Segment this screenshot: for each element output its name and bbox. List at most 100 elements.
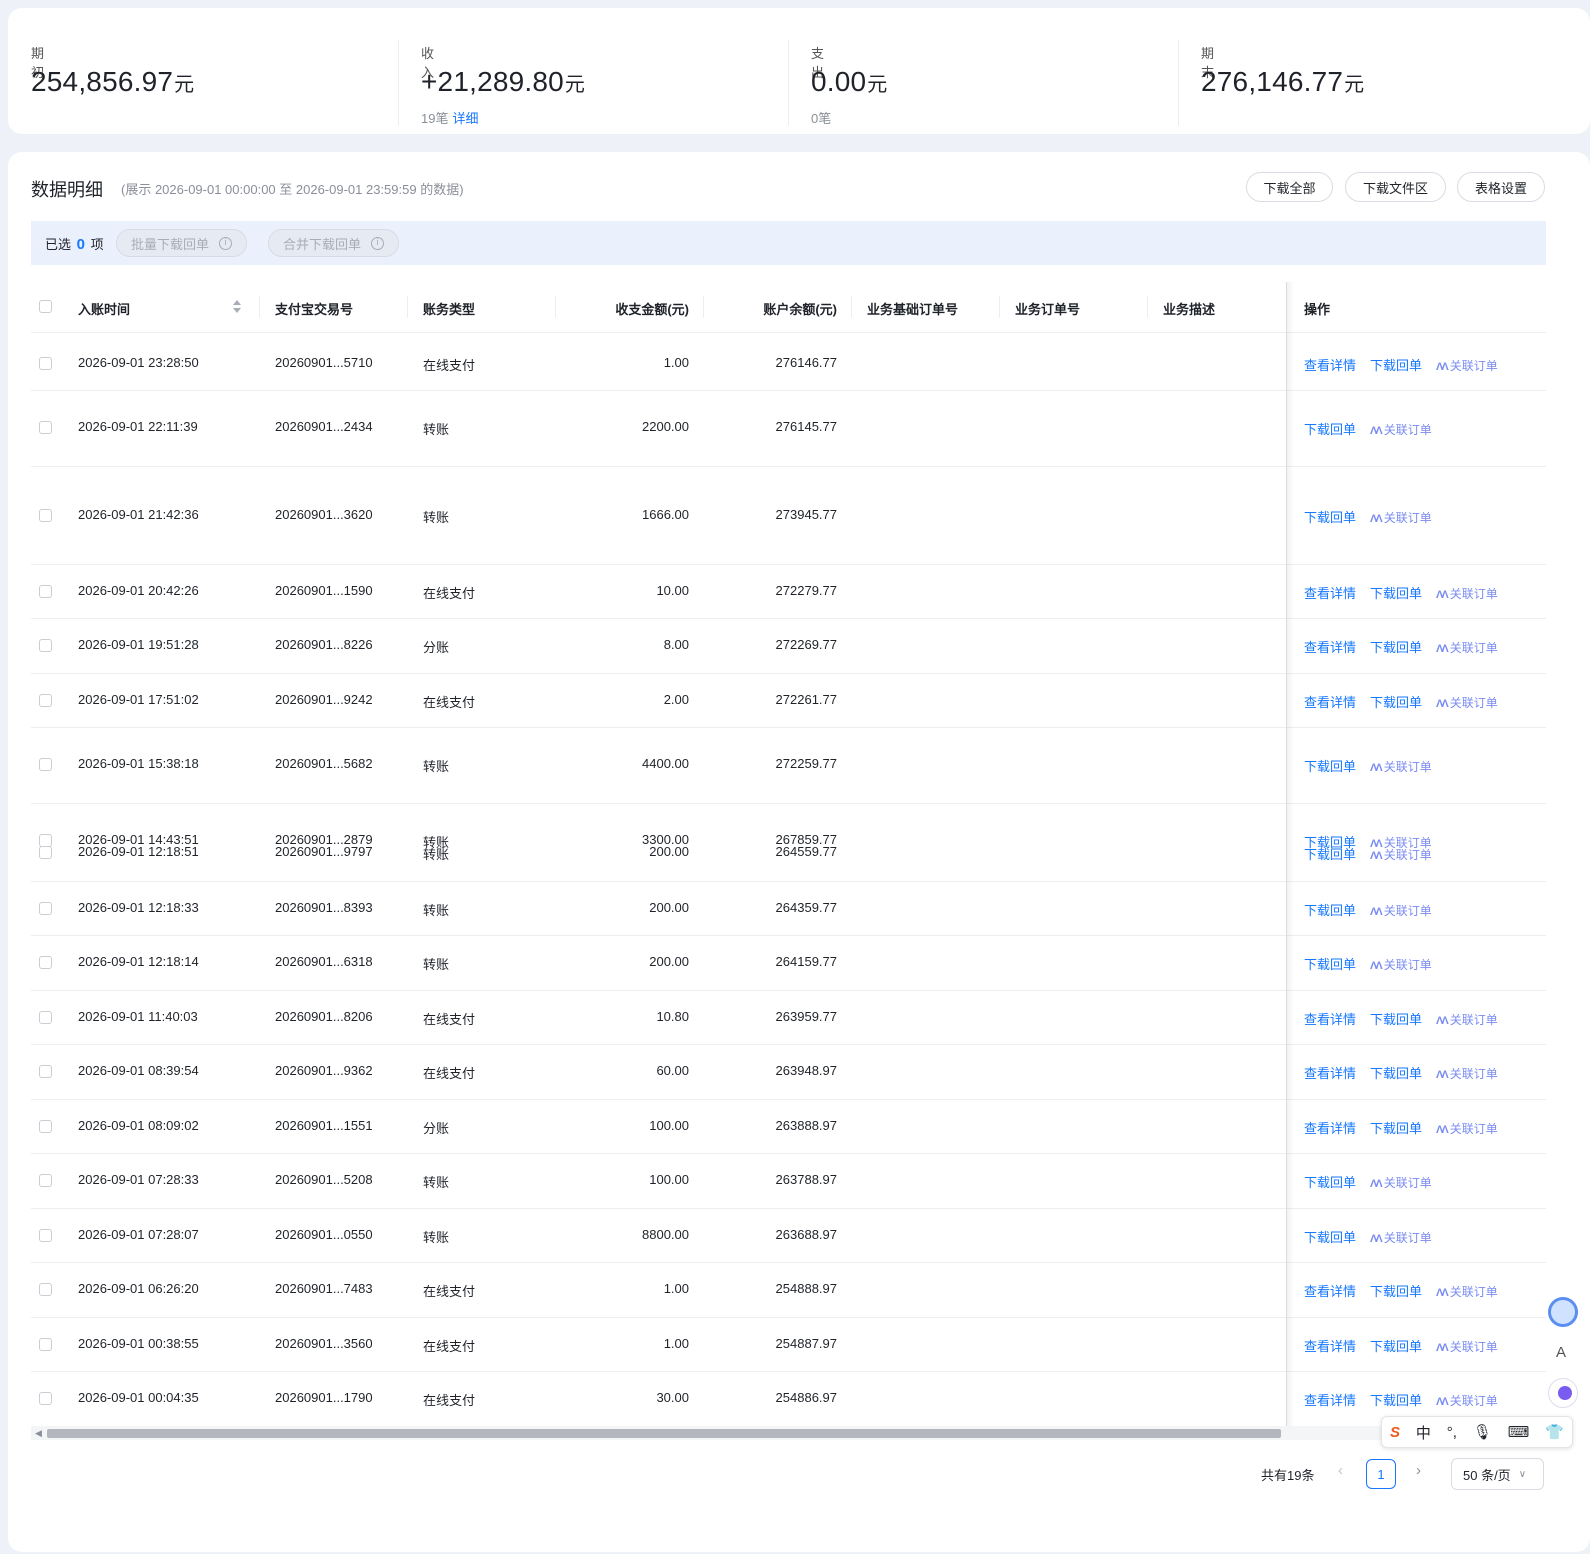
download-receipt-link[interactable]: 下载回单: [1370, 1012, 1422, 1027]
sort-icon[interactable]: [233, 298, 243, 316]
row-checkbox[interactable]: [39, 1011, 52, 1024]
relate-order-link[interactable]: ΛΛ 关联订单: [1436, 1013, 1498, 1027]
view-detail-link[interactable]: 查看详情: [1304, 695, 1356, 710]
download-receipt-link[interactable]: 下载回单: [1304, 759, 1356, 774]
income-detail-link[interactable]: 详细: [452, 111, 478, 126]
download-receipt-link[interactable]: 下载回单: [1304, 903, 1356, 918]
relate-order-link[interactable]: ΛΛ 关联订单: [1436, 359, 1498, 373]
view-detail-link[interactable]: 查看详情: [1304, 1121, 1356, 1136]
relate-order-link[interactable]: ΛΛ 关联订单: [1370, 423, 1432, 437]
horizontal-scrollbar[interactable]: ◀: [31, 1426, 1546, 1440]
view-detail-link[interactable]: 查看详情: [1304, 586, 1356, 601]
download-receipt-link[interactable]: 下载回单: [1370, 1339, 1422, 1354]
download-receipt-link[interactable]: 下载回单: [1370, 1121, 1422, 1136]
relate-order-link[interactable]: ΛΛ 关联订单: [1436, 1285, 1498, 1299]
ime-shirt-icon[interactable]: 👕: [1545, 1423, 1564, 1441]
row-checkbox[interactable]: [39, 421, 52, 434]
select-all-checkbox[interactable]: [39, 300, 52, 313]
ime-mic-icon[interactable]: 🎙: [1473, 1423, 1492, 1441]
view-detail-link[interactable]: 查看详情: [1304, 1339, 1356, 1354]
download-all-button[interactable]: 下载全部: [1246, 172, 1333, 202]
relate-order-link[interactable]: ΛΛ 关联订单: [1370, 904, 1432, 918]
download-receipt-link[interactable]: 下载回单: [1304, 1230, 1356, 1245]
relate-order-link[interactable]: ΛΛ 关联订单: [1370, 848, 1432, 862]
row-checkbox[interactable]: [39, 1065, 52, 1078]
ime-keyboard-icon[interactable]: ⌨: [1508, 1423, 1530, 1441]
relate-order-link[interactable]: ΛΛ 关联订单: [1370, 760, 1432, 774]
download-receipt-link[interactable]: 下载回单: [1370, 1066, 1422, 1081]
relate-order-link[interactable]: ΛΛ 关联订单: [1436, 696, 1498, 710]
ime-lang[interactable]: 中: [1416, 1422, 1431, 1443]
batch-download-button[interactable]: 批量下载回单 i: [116, 229, 248, 257]
download-receipt-link[interactable]: 下载回单: [1304, 422, 1356, 437]
row-checkbox[interactable]: [39, 694, 52, 707]
scrollbar-thumb[interactable]: [47, 1429, 1281, 1438]
download-receipt-link[interactable]: 下载回单: [1370, 586, 1422, 601]
page-size-select[interactable]: 50 条/页 ∨: [1451, 1458, 1544, 1490]
download-receipt-link[interactable]: 下载回单: [1304, 957, 1356, 972]
side-app-icon[interactable]: [1548, 1378, 1578, 1408]
side-letter[interactable]: A: [1556, 1344, 1566, 1361]
download-receipt-link[interactable]: 下载回单: [1370, 1284, 1422, 1299]
ime-logo-icon[interactable]: S: [1390, 1424, 1400, 1441]
view-detail-link[interactable]: 查看详情: [1304, 640, 1356, 655]
col-base-order: 业务基础订单号: [867, 302, 959, 317]
row-checkbox[interactable]: [39, 1338, 52, 1351]
row-checkbox[interactable]: [39, 1283, 52, 1296]
col-time[interactable]: 入账时间: [78, 299, 130, 318]
relate-order-link[interactable]: ΛΛ 关联订单: [1436, 1067, 1498, 1081]
download-receipt-link[interactable]: 下载回单: [1304, 1175, 1356, 1190]
cell-type: 在线支付: [423, 1284, 476, 1299]
table-settings-button[interactable]: 表格设置: [1457, 172, 1545, 202]
relate-order-link[interactable]: ΛΛ 关联订单: [1370, 1176, 1432, 1190]
merge-download-button[interactable]: 合并下载回单 i: [268, 229, 400, 257]
view-detail-link[interactable]: 查看详情: [1304, 1284, 1356, 1299]
cell-trade-no: 20260901...9362: [275, 1063, 373, 1078]
download-receipt-link[interactable]: 下载回单: [1370, 1393, 1422, 1408]
next-page-icon[interactable]: ›: [1416, 1462, 1421, 1479]
download-receipt-link[interactable]: 下载回单: [1370, 695, 1422, 710]
table-row: 2026-09-01 08:09:02 20260901...1551 分账 100.…: [31, 1099, 1546, 1154]
selected-count: 已选 0 项: [45, 236, 104, 253]
relate-order-link[interactable]: ΛΛ 关联订单: [1370, 958, 1432, 972]
row-checkbox[interactable]: [39, 639, 52, 652]
download-receipt-link[interactable]: 下载回单: [1304, 847, 1356, 862]
row-checkbox[interactable]: [39, 956, 52, 969]
download-receipt-link[interactable]: 下载回单: [1370, 640, 1422, 655]
row-actions: 查看详情 下载回单 ΛΛ 关联订单: [1304, 1118, 1498, 1137]
assistant-robot-icon[interactable]: [1548, 1297, 1578, 1327]
row-checkbox[interactable]: [39, 1174, 52, 1187]
download-receipt-link[interactable]: 下载回单: [1370, 358, 1422, 373]
cell-amount: 10.00: [656, 583, 689, 598]
scroll-left-icon[interactable]: ◀: [35, 1428, 42, 1439]
row-checkbox[interactable]: [39, 357, 52, 370]
row-checkbox[interactable]: [39, 1229, 52, 1242]
relate-order-link[interactable]: ΛΛ 关联订单: [1436, 1122, 1498, 1136]
row-actions: 查看详情 下载回单 ΛΛ 关联订单: [1304, 1390, 1498, 1409]
prev-page-icon[interactable]: ‹: [1338, 1462, 1343, 1479]
view-detail-link[interactable]: 查看详情: [1304, 358, 1356, 373]
row-checkbox[interactable]: [39, 758, 52, 771]
view-detail-link[interactable]: 查看详情: [1304, 1066, 1356, 1081]
relate-order-link[interactable]: ΛΛ 关联订单: [1436, 587, 1498, 601]
row-checkbox[interactable]: [39, 1392, 52, 1405]
relate-order-link[interactable]: ΛΛ 关联订单: [1370, 511, 1432, 525]
row-checkbox[interactable]: [39, 585, 52, 598]
row-checkbox[interactable]: [39, 846, 52, 859]
relate-order-link[interactable]: ΛΛ 关联订单: [1436, 1340, 1498, 1354]
row-checkbox[interactable]: [39, 1120, 52, 1133]
relate-icon: ΛΛ: [1370, 850, 1383, 862]
relate-order-link[interactable]: ΛΛ 关联订单: [1370, 1231, 1432, 1245]
cell-type: 在线支付: [423, 695, 476, 710]
relate-icon: ΛΛ: [1370, 960, 1383, 972]
relate-order-link[interactable]: ΛΛ 关联订单: [1436, 641, 1498, 655]
row-checkbox[interactable]: [39, 902, 52, 915]
download-files-button[interactable]: 下载文件区: [1345, 172, 1446, 202]
view-detail-link[interactable]: 查看详情: [1304, 1012, 1356, 1027]
row-checkbox[interactable]: [39, 509, 52, 522]
view-detail-link[interactable]: 查看详情: [1304, 1393, 1356, 1408]
ime-punct-icon[interactable]: °,: [1447, 1424, 1457, 1441]
page-number[interactable]: 1: [1366, 1459, 1396, 1489]
relate-order-link[interactable]: ΛΛ 关联订单: [1436, 1394, 1498, 1408]
download-receipt-link[interactable]: 下载回单: [1304, 510, 1356, 525]
